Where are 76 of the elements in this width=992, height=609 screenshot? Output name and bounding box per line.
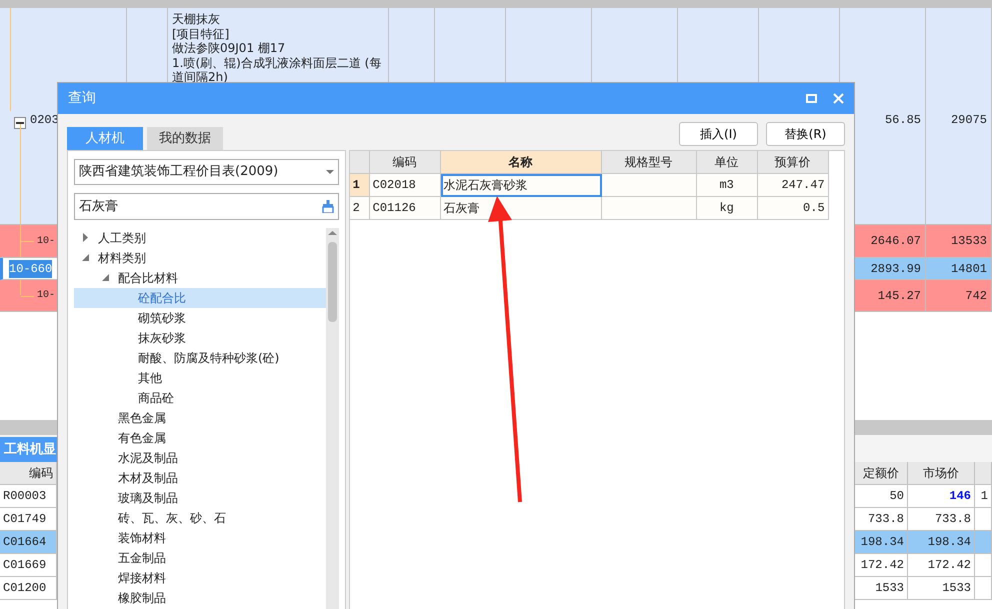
tree-item[interactable]: 耐酸、防腐及特种砂浆(砼): [138, 348, 280, 367]
search-field[interactable]: 石灰膏: [74, 193, 339, 220]
tree-item[interactable]: 抹灰砂浆: [138, 328, 186, 347]
tree-item[interactable]: 材料类别: [98, 248, 146, 267]
table-cell: C01126: [370, 197, 441, 220]
table-cell: 29075: [926, 8, 992, 225]
tree-item[interactable]: 焊接材料: [118, 568, 166, 587]
tree-item[interactable]: 橡胶制品: [118, 588, 166, 607]
table-cell: 1533: [855, 577, 908, 600]
table-cell: m3: [696, 174, 758, 197]
close-icon[interactable]: [833, 93, 844, 104]
table-cell: 1: [975, 485, 992, 508]
dialog-title: 查询: [68, 89, 96, 108]
table-cell: 13533: [926, 225, 992, 258]
tree-item[interactable]: 配合比材料: [118, 268, 178, 287]
column-header[interactable]: 预算价: [758, 151, 829, 174]
item-code: 10-: [37, 289, 56, 303]
tab[interactable]: 我的数据: [147, 127, 223, 150]
scroll-thumb[interactable]: [328, 242, 337, 322]
table-cell: R00003: [0, 485, 57, 508]
panel-title: 工料机显: [0, 436, 60, 462]
column-header[interactable]: 编码: [370, 151, 441, 174]
tree-item[interactable]: 木材及制品: [118, 468, 178, 487]
item-code: 10-: [37, 234, 56, 248]
table-cell[interactable]: 石灰膏: [440, 197, 602, 220]
tree-item[interactable]: 人工类别: [98, 228, 146, 247]
collapse-toggle[interactable]: [14, 117, 26, 129]
tree-item[interactable]: 有色金属: [118, 428, 166, 447]
insert-button[interactable]: 插入(I): [679, 122, 758, 146]
table-cell: kg: [696, 197, 758, 220]
expanded-icon[interactable]: [102, 274, 108, 282]
table-cell: C01749: [0, 508, 57, 531]
table-cell: 247.47: [758, 174, 829, 197]
table-cell: 0.5: [758, 197, 829, 220]
scrollbar[interactable]: [326, 228, 339, 609]
tree-item[interactable]: 其他: [138, 368, 162, 387]
table-cell[interactable]: 水泥石灰膏砂浆: [440, 174, 602, 197]
table-cell: 50: [855, 485, 908, 508]
table-cell: C01664: [0, 531, 57, 554]
table-cell: 14801: [926, 258, 992, 280]
table-cell: 742: [926, 280, 992, 312]
column-header: 编码: [0, 462, 57, 485]
table-cell: C02018: [370, 174, 441, 197]
column-header: 定额价: [855, 462, 908, 485]
tree-item[interactable]: 玻璃及制品: [118, 488, 178, 507]
table-cell: 1533: [908, 577, 975, 600]
table-cell: C01669: [0, 554, 57, 577]
column-header[interactable]: 规格型号: [602, 151, 697, 174]
table-cell: C01200: [0, 577, 57, 600]
tree-item[interactable]: 砌筑砂浆: [138, 308, 186, 327]
maximize-icon[interactable]: [806, 94, 817, 103]
row-number: 2: [350, 197, 370, 220]
dropdown-icon: [326, 170, 334, 174]
tree-item[interactable]: 砼配合比: [138, 288, 186, 307]
replace-button[interactable]: 替换(R): [766, 122, 845, 146]
table-cell: 172.42: [855, 554, 908, 577]
tree-item[interactable]: 黑色金属: [118, 408, 166, 427]
table-cell: 733.8: [855, 508, 908, 531]
row-number: 1: [350, 174, 370, 197]
table-cell: 198.34: [908, 531, 975, 554]
table-cell: 172.42: [908, 554, 975, 577]
tree-item[interactable]: 水泥及制品: [118, 448, 178, 467]
column-header: 市场价: [908, 462, 975, 485]
column-header[interactable]: 单位: [696, 151, 758, 174]
table-cell: 198.34: [855, 531, 908, 554]
library-select[interactable]: 陕西省建筑装饰工程价目表(2009): [74, 159, 339, 186]
expanded-icon[interactable]: [82, 254, 88, 262]
collapsed-icon[interactable]: [82, 233, 88, 242]
table-cell: 146: [908, 485, 975, 508]
tree-item[interactable]: 装饰材料: [118, 528, 166, 547]
column-header[interactable]: 名称: [440, 151, 602, 174]
clear-brush-icon[interactable]: [322, 200, 334, 214]
table-cell: 733.8: [908, 508, 975, 531]
tree-item[interactable]: 砖、瓦、灰、砂、石: [118, 508, 226, 527]
tree-item[interactable]: 商品砼: [138, 388, 174, 407]
tree-item[interactable]: 五金制品: [118, 548, 166, 567]
